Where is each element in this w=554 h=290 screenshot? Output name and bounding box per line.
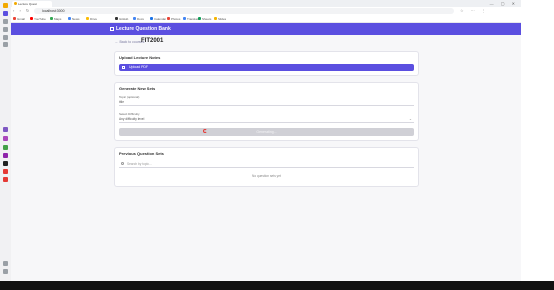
generate-button[interactable]: Generating...	[119, 128, 414, 136]
loading-spinner-icon	[203, 129, 207, 133]
bookmark-item[interactable]: Docs	[133, 17, 144, 22]
bookmark-label: GitHub	[119, 16, 129, 21]
bookmark-icon[interactable]	[3, 27, 8, 32]
bookmark-item[interactable]: Slides	[214, 17, 226, 22]
settings-icon[interactable]	[3, 261, 8, 266]
bookmark-favicon-icon	[183, 17, 186, 21]
url-input[interactable]: localhost:3000	[34, 8, 454, 14]
app-shortcut-icon[interactable]	[3, 136, 8, 141]
app-shortcut-icon[interactable]	[3, 177, 8, 182]
downloads-icon[interactable]	[3, 35, 8, 40]
bookmark-label: Sheets	[202, 16, 212, 21]
search-input[interactable]: Search by topic...	[119, 160, 414, 168]
bookmark-label: Slides	[218, 16, 227, 21]
bookmark-favicon-icon	[13, 17, 16, 21]
bookmark-label: YouTube	[34, 16, 46, 21]
app-shortcut-icon[interactable]	[3, 169, 8, 174]
bookmark-item[interactable]: Maps	[50, 17, 61, 22]
upload-icon	[122, 66, 125, 69]
home-icon[interactable]	[3, 11, 8, 16]
back-link[interactable]: ← Back to courses	[115, 40, 144, 44]
bookmark-label: Calendar	[154, 16, 167, 21]
bookmark-favicon-icon	[150, 17, 153, 21]
tab-bar	[11, 0, 521, 7]
generate-card-title: Generate New Sets	[119, 86, 156, 91]
bottom-bar	[0, 281, 554, 290]
bookmark-item[interactable]: Calendar	[150, 17, 166, 22]
history-icon[interactable]	[3, 19, 8, 24]
upload-card-title: Upload Lecture Notes	[119, 55, 161, 60]
book-icon	[110, 27, 114, 31]
bookmark-item[interactable]: YouTube	[30, 17, 46, 22]
bookmark-favicon-icon	[30, 17, 33, 21]
bookmark-item[interactable]: GitHub	[115, 17, 128, 22]
more-icon[interactable]	[3, 269, 8, 274]
window-controls[interactable]: — ▢ ✕	[490, 1, 518, 6]
app-shortcut-icon[interactable]	[3, 161, 8, 166]
bookmark-favicon-icon	[167, 17, 170, 21]
bookmark-favicon-icon	[68, 17, 71, 21]
difficulty-select[interactable]: Any difficulty level	[119, 116, 414, 123]
bookmark-label: Drive	[90, 16, 98, 21]
bookmark-favicon-icon	[86, 17, 89, 21]
bookmark-favicon-icon	[133, 17, 136, 21]
bookmark-item[interactable]: Sheets	[198, 17, 211, 22]
nav-buttons[interactable]: ‹ › ↻	[13, 8, 31, 13]
search-icon	[121, 162, 124, 165]
right-margin	[521, 0, 554, 281]
bookmark-item[interactable]: Gmail	[13, 17, 25, 22]
bookmark-label: Photos	[171, 16, 181, 21]
bookmark-label: Gmail	[17, 16, 25, 21]
app-title: Lecture Question Bank	[116, 26, 171, 32]
upload-pdf-button[interactable]: Upload PDF	[119, 64, 414, 71]
bookmark-favicon-icon	[198, 17, 201, 21]
bookmark-favicon-icon	[50, 17, 53, 21]
bookmark-item[interactable]: Translate	[183, 17, 199, 22]
bookmark-item[interactable]: News	[68, 17, 80, 22]
app-header	[11, 23, 521, 35]
extensions-icon[interactable]	[3, 42, 8, 47]
app-shortcut-icon[interactable]	[3, 127, 8, 132]
toolbar-icons[interactable]: ☆ ⋯ ⋮	[460, 8, 489, 13]
bookmark-label: Maps	[54, 16, 62, 21]
bookmark-item[interactable]: Photos	[167, 17, 180, 22]
topic-input[interactable]: title	[119, 99, 414, 106]
bookmark-label: News	[72, 16, 80, 21]
tab-favicon-icon	[14, 2, 17, 5]
app-shortcut-icon[interactable]	[3, 145, 8, 150]
bookmark-favicon-icon	[214, 17, 217, 21]
chevron-down-icon: ⌄	[409, 117, 412, 121]
page-title: FIT2001	[141, 38, 164, 44]
bookmark-item[interactable]: Drive	[86, 17, 97, 22]
previous-sets-title: Previous Question Sets	[119, 151, 164, 156]
app-shortcut-icon[interactable]	[3, 153, 8, 158]
bookmark-label: Docs	[137, 16, 144, 21]
bookmark-favicon-icon	[115, 17, 118, 21]
app-logo-icon[interactable]	[3, 3, 8, 8]
empty-state-message: No question sets yet	[252, 174, 281, 178]
